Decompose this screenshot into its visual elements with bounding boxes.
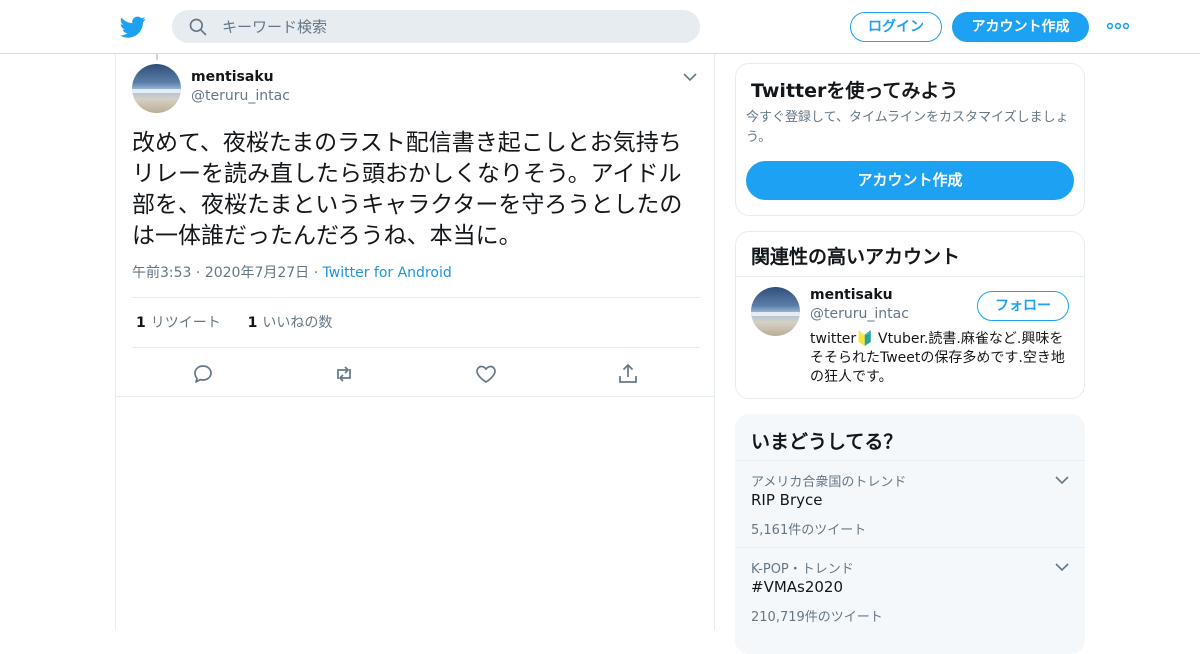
trend-item[interactable]: K-POP・トレンド #VMAs2020 210,719件のツイート	[736, 548, 1084, 634]
signup-card-title: Twitterを使ってみよう	[751, 80, 959, 102]
tweet-timestamp: 午前3:53 · 2020年7月27日 · Twitter for Androi…	[132, 262, 452, 282]
retweet-count: 1	[136, 315, 146, 331]
related-account-bio: twitter🔰 Vtuber.読書.麻雀など.興味をそそられたTweetの保存…	[810, 331, 1065, 385]
create-account-button[interactable]: アカウント作成	[746, 161, 1074, 200]
like-count: 1	[247, 315, 258, 331]
divider	[736, 276, 1084, 277]
like-stat-label: いいねの数	[262, 315, 333, 331]
related-accounts-title: 関連性の高いアカウント	[751, 246, 961, 268]
author-handle[interactable]: @teruru_intac	[191, 88, 290, 104]
trend-tweet-count: 210,719件のツイート	[751, 610, 883, 625]
chevron-down-icon[interactable]	[682, 70, 698, 84]
tweet-stats: 1 リツイート 1 いいねの数	[136, 312, 332, 332]
trend-name: RIP Bryce	[751, 491, 823, 509]
thread-connector	[156, 54, 158, 60]
tweet-actions	[116, 356, 714, 396]
share-icon[interactable]	[616, 362, 640, 386]
trend-context: アメリカ合衆国のトレンド	[751, 475, 907, 490]
divider	[116, 396, 714, 397]
divider	[132, 297, 700, 298]
author-name[interactable]: mentisaku	[191, 69, 274, 85]
tweet-detail: mentisaku @teruru_intac 改めて、夜桜たまのラスト配信書き…	[115, 54, 715, 630]
chevron-down-icon[interactable]	[1054, 473, 1070, 487]
reply-icon[interactable]	[191, 362, 215, 386]
top-navigation-bar: ログイン アカウント作成	[0, 0, 1200, 54]
follow-button[interactable]: フォロー	[977, 291, 1069, 321]
twitter-logo-icon[interactable]	[120, 14, 146, 40]
login-button[interactable]: ログイン	[850, 12, 942, 42]
like-icon[interactable]	[474, 362, 498, 386]
tweet-date[interactable]: 2020年7月27日	[205, 265, 309, 281]
trend-tweet-count: 5,161件のツイート	[751, 523, 867, 538]
meta-separator: ·	[313, 265, 323, 281]
tweet-time[interactable]: 午前3:53	[132, 265, 191, 281]
tweet-source-link[interactable]: Twitter for Android	[323, 265, 452, 281]
avatar[interactable]	[751, 287, 800, 336]
chevron-down-icon[interactable]	[1054, 560, 1070, 574]
tweet-text: 改めて、夜桜たまのラスト配信書き起こしとお気持ちリレーを読み直したら頭おかしくな…	[132, 130, 683, 249]
related-accounts-card: 関連性の高いアカウント mentisaku @teruru_intac フォロー…	[735, 231, 1085, 399]
retweet-stat[interactable]: 1 リツイート	[136, 315, 221, 331]
meta-separator: ·	[195, 265, 205, 281]
signup-button[interactable]: アカウント作成	[952, 12, 1089, 42]
trend-context: K-POP・トレンド	[751, 562, 854, 577]
search-icon	[189, 18, 207, 36]
retweet-stat-label: リツイート	[150, 315, 221, 331]
trend-item[interactable]: アメリカ合衆国のトレンド RIP Bryce 5,161件のツイート	[736, 461, 1084, 547]
search-input[interactable]	[222, 10, 682, 43]
related-account-name[interactable]: mentisaku	[810, 287, 893, 303]
related-account-handle[interactable]: @teruru_intac	[810, 306, 909, 322]
like-stat[interactable]: 1 いいねの数	[248, 315, 333, 331]
trends-title: いまどうしてる？	[751, 431, 903, 453]
signup-card: Twitterを使ってみよう 今すぐ登録して、タイムラインをカスタマイズしましょ…	[735, 63, 1085, 216]
avatar[interactable]	[132, 64, 181, 113]
more-icon[interactable]	[1106, 18, 1130, 34]
divider	[132, 347, 700, 348]
trends-card: いまどうしてる？ アメリカ合衆国のトレンド RIP Bryce 5,161件のツ…	[735, 414, 1085, 654]
retweet-icon[interactable]	[332, 362, 356, 386]
trend-name: #VMAs2020	[751, 578, 844, 596]
search-bar[interactable]	[172, 10, 700, 43]
signup-card-subtitle: 今すぐ登録して、タイムラインをカスタマイズしましょう。	[746, 110, 1069, 145]
